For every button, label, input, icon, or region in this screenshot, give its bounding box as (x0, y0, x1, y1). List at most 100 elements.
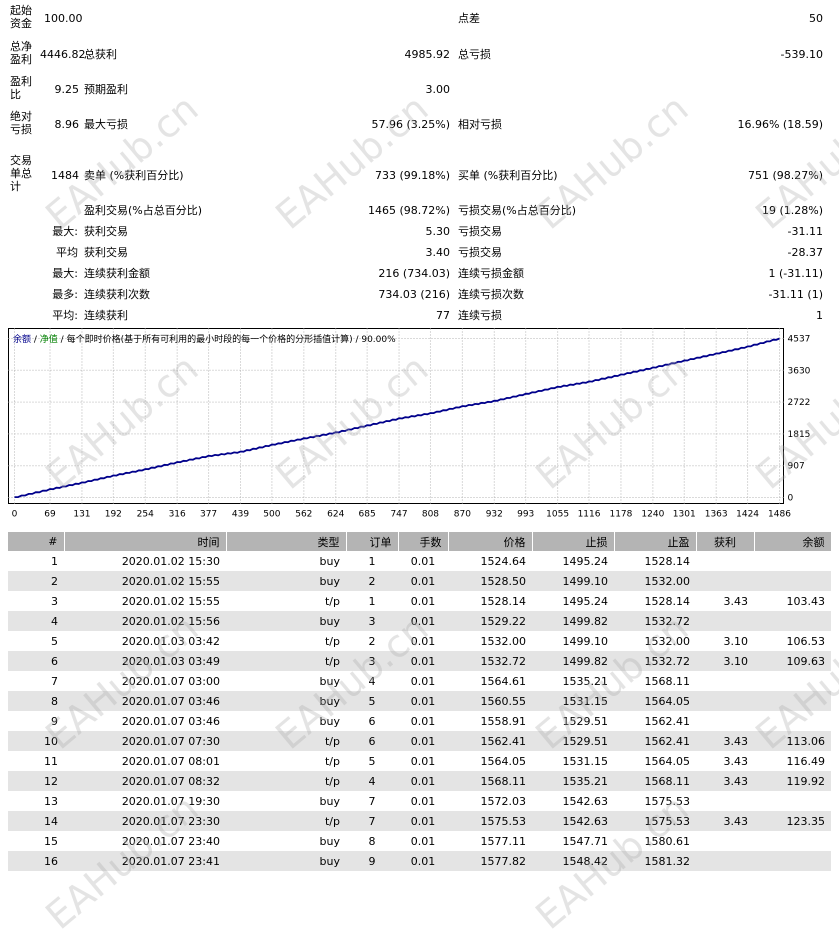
chart-legend: 余额 / 净值 / 每个即时价格(基于所有可利用的最小时段的每一个价格的分形插值… (13, 333, 396, 345)
cell-balance (754, 711, 831, 731)
table-row[interactable]: 6 2020.01.03 03:49 t/p 3 0.01 1532.72 1499.82 1… (8, 651, 831, 671)
cell-type: buy (226, 691, 346, 711)
cell-profit: 3.43 (696, 811, 754, 831)
y-tick-label: 0 (788, 494, 794, 504)
cell-stop-loss: 1499.82 (532, 611, 614, 631)
cell-profit: 3.43 (696, 591, 754, 611)
cell-balance (754, 691, 831, 711)
table-row[interactable]: 16 2020.01.07 23:41 buy 9 0.01 1577.82 1548.42… (8, 851, 831, 871)
cell-balance: 113.06 (754, 731, 831, 751)
table-row[interactable]: 3 2020.01.02 15:55 t/p 1 0.01 1528.14 1495.24 1… (8, 591, 831, 611)
cell-number: 2 (8, 571, 64, 591)
column-header-number[interactable]: # (8, 532, 65, 551)
cell-take-profit: 1564.05 (614, 751, 696, 771)
table-row[interactable]: 5 2020.01.03 03:42 t/p 2 0.01 1532.00 1499.10 1… (8, 631, 831, 651)
cell-stop-loss: 1531.15 (532, 751, 614, 771)
cell-time: 2020.01.02 15:55 (64, 571, 226, 591)
column-header-stop-loss[interactable]: 止损 (532, 532, 615, 551)
x-tick-label: 0 (12, 510, 18, 520)
cell-number: 12 (8, 771, 64, 791)
cell-stop-loss: 1495.24 (532, 591, 614, 611)
cell-stop-loss: 1499.82 (532, 651, 614, 671)
cell-order: 2 (346, 571, 398, 591)
cell-lots: 0.01 (398, 811, 448, 831)
cell-time: 2020.01.03 03:42 (64, 631, 226, 651)
cell-number: 9 (8, 711, 64, 731)
x-tick-label: 993 (517, 510, 534, 520)
cell-balance (754, 851, 831, 871)
max-cons-losses-label: 连续亏损金额 (458, 267, 524, 280)
cell-lots: 0.01 (398, 591, 448, 611)
max-cons-losses-value: 1 (-31.11) (768, 267, 823, 280)
table-row[interactable]: 1 2020.01.02 15:30 buy 1 0.01 1524.64 1495.24 1… (8, 551, 831, 571)
table-row[interactable]: 13 2020.01.07 19:30 buy 7 0.01 1572.03 1542.63… (8, 791, 831, 811)
cell-take-profit: 1581.32 (614, 851, 696, 871)
cell-balance (754, 571, 831, 591)
y-tick-label: 4537 (788, 335, 811, 345)
largest-label: 最大: (52, 225, 78, 238)
column-header-order[interactable]: 订单 (346, 532, 399, 551)
gross-loss-value: -539.10 (780, 48, 823, 61)
x-tick-label: 316 (169, 510, 186, 520)
cell-type: t/p (226, 591, 346, 611)
cell-number: 13 (8, 791, 64, 811)
short-positions-label: 卖单 (%获利百分比) (84, 169, 184, 182)
cell-number: 6 (8, 651, 64, 671)
profit-factor-label: 盈利比 (10, 75, 32, 101)
cell-take-profit: 1528.14 (614, 551, 696, 571)
legend-balance: 余额 (13, 333, 31, 345)
cell-number: 3 (8, 591, 64, 611)
column-header-time[interactable]: 时间 (64, 532, 227, 551)
cell-take-profit: 1532.00 (614, 571, 696, 591)
table-row[interactable]: 10 2020.01.07 07:30 t/p 6 0.01 1562.41 1529.51… (8, 731, 831, 751)
cell-order: 9 (346, 851, 398, 871)
maximal-cons-loss-label: 连续亏损次数 (458, 288, 524, 301)
table-row[interactable]: 12 2020.01.07 08:32 t/p 4 0.01 1568.11 1535.21… (8, 771, 831, 791)
max-cons-wins-value: 216 (734.03) (378, 267, 450, 280)
cell-price: 1564.61 (448, 671, 532, 691)
legend-separator-1: / (31, 335, 40, 345)
table-row[interactable]: 14 2020.01.07 23:30 t/p 7 0.01 1575.53 1542.63… (8, 811, 831, 831)
column-header-lots[interactable]: 手数 (398, 532, 449, 551)
table-row[interactable]: 15 2020.01.07 23:40 buy 8 0.01 1577.11 1547.71… (8, 831, 831, 851)
total-trades-value: 1484 (51, 169, 79, 182)
cell-time: 2020.01.02 15:30 (64, 551, 226, 571)
column-header-type[interactable]: 类型 (226, 532, 347, 551)
cell-profit (696, 691, 754, 711)
x-tick-label: 377 (200, 510, 217, 520)
table-row[interactable]: 11 2020.01.07 08:01 t/p 5 0.01 1564.05 1531.15… (8, 751, 831, 771)
cell-type: t/p (226, 771, 346, 791)
table-row[interactable]: 8 2020.01.07 03:46 buy 5 0.01 1560.55 1531.15 1… (8, 691, 831, 711)
average-profit-value: 3.40 (425, 246, 451, 259)
maximal-drawdown-value: 57.96 (3.25%) (371, 118, 450, 131)
column-header-profit[interactable]: 获利 (696, 532, 755, 551)
maximal-cons-profit-value: 734.03 (216) (378, 288, 450, 301)
table-row[interactable]: 7 2020.01.07 03:00 buy 4 0.01 1564.61 1535.21 1… (8, 671, 831, 691)
relative-drawdown-label: 相对亏损 (458, 118, 502, 131)
average-label: 平均 (56, 246, 78, 259)
table-row[interactable]: 9 2020.01.07 03:46 buy 6 0.01 1558.91 1529.51 1… (8, 711, 831, 731)
average-loss-value: -28.37 (787, 246, 823, 259)
column-header-take-profit[interactable]: 止盈 (614, 532, 697, 551)
column-header-price[interactable]: 价格 (448, 532, 533, 551)
cell-profit (696, 611, 754, 631)
x-tick-label: 1301 (673, 510, 696, 520)
cell-price: 1529.22 (448, 611, 532, 631)
cell-order: 6 (346, 731, 398, 751)
cell-balance: 123.35 (754, 811, 831, 831)
table-row[interactable]: 2 2020.01.02 15:55 buy 2 0.01 1528.50 1499.10 1… (8, 571, 831, 591)
cell-number: 14 (8, 811, 64, 831)
cell-order: 7 (346, 791, 398, 811)
table-row[interactable]: 4 2020.01.02 15:56 buy 3 0.01 1529.22 1499.82 1… (8, 611, 831, 631)
short-positions-value: 733 (99.18%) (374, 169, 450, 182)
x-axis-ticks: 0 69 131 192 254 316 377 439 500 562 624 685 747 808 8… (12, 510, 792, 520)
column-header-balance[interactable]: 余额 (754, 532, 832, 551)
cell-profit: 3.43 (696, 731, 754, 751)
cell-balance: 106.53 (754, 631, 831, 651)
cell-price: 1562.41 (448, 731, 532, 751)
cell-profit: 3.43 (696, 751, 754, 771)
trades-table: # 时间 类型 订单 手数 价格 止损 止盈 获利 余额 1 2020.01.02… (8, 532, 832, 871)
cell-order: 4 (346, 671, 398, 691)
trades-table-body: 1 2020.01.02 15:30 buy 1 0.01 1524.64 1495.24 1… (8, 551, 831, 871)
spread-value: 50 (809, 12, 823, 25)
